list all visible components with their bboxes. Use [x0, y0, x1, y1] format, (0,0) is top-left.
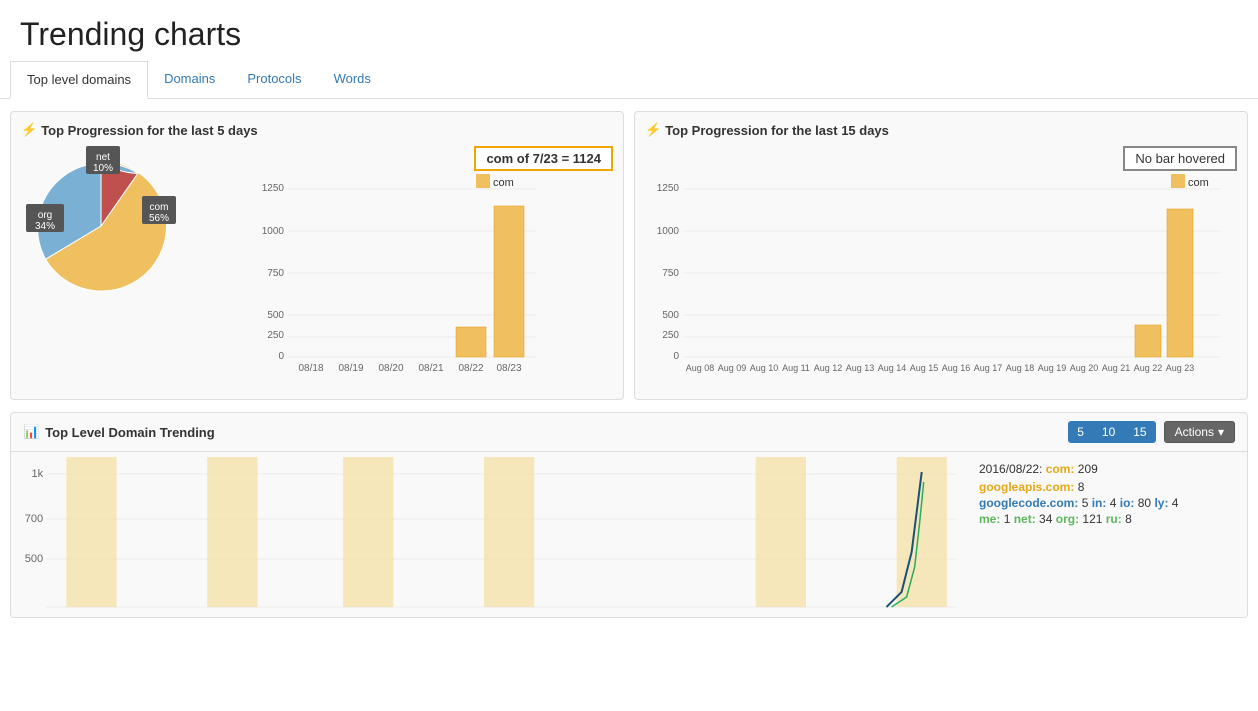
svg-text:08/18: 08/18	[298, 363, 323, 374]
charts-row: ⚡ Top Progression for the last 5 days	[0, 99, 1258, 412]
svg-text:56%: 56%	[148, 213, 168, 224]
bolt-icon-right: ⚡	[645, 122, 661, 138]
svg-text:1000: 1000	[657, 226, 680, 237]
svg-text:750: 750	[267, 268, 284, 279]
svg-text:250: 250	[267, 330, 284, 341]
svg-text:com: com	[1188, 177, 1209, 189]
left-bar-area: com of 7/23 = 1124 com 1250 1000 750 500…	[189, 146, 613, 389]
btn-5-days[interactable]: 5	[1068, 421, 1093, 443]
svg-text:Aug 08: Aug 08	[686, 363, 715, 373]
svg-text:Aug 14: Aug 14	[878, 363, 907, 373]
legend-com-value: 209	[1078, 462, 1098, 476]
btn-10-days[interactable]: 10	[1093, 421, 1124, 443]
svg-text:750: 750	[662, 268, 679, 279]
tab-top-level-domains[interactable]: Top level domains	[10, 61, 148, 99]
bar-chart-icon: 📊	[23, 424, 39, 440]
svg-text:Aug 20: Aug 20	[1070, 363, 1099, 373]
svg-text:net: net	[96, 152, 110, 163]
trending-legend: 2016/08/22: com: 209 googleapis.com: 8 g…	[967, 452, 1247, 617]
pie-chart-svg: org 34% com 56% net 10%	[24, 146, 179, 301]
left-chart-inner: org 34% com 56% net 10% com of 7/23 = 11…	[21, 146, 613, 389]
left-chart-title: ⚡ Top Progression for the last 5 days	[21, 122, 613, 138]
svg-text:Aug 17: Aug 17	[974, 363, 1003, 373]
svg-text:500: 500	[662, 310, 679, 321]
svg-text:250: 250	[662, 330, 679, 341]
btn-15-days[interactable]: 15	[1124, 421, 1155, 443]
actions-button[interactable]: Actions ▾	[1164, 421, 1235, 443]
svg-text:10%: 10%	[92, 163, 112, 174]
svg-text:Aug 22: Aug 22	[1134, 363, 1163, 373]
right-tooltip: No bar hovered	[1123, 146, 1237, 171]
legend-date: 2016/08/22: com: 209	[979, 462, 1235, 476]
right-chart-panel: ⚡ Top Progression for the last 15 days N…	[634, 111, 1248, 400]
legend-googleapis: googleapis.com: 8	[979, 480, 1235, 494]
tab-words[interactable]: Words	[318, 61, 387, 98]
trending-header: 📊 Top Level Domain Trending 5 10 15 Acti…	[11, 413, 1247, 452]
left-chart-panel: ⚡ Top Progression for the last 5 days	[10, 111, 624, 400]
svg-text:08/22: 08/22	[458, 363, 483, 374]
svg-text:34%: 34%	[34, 221, 54, 232]
svg-text:Aug 09: Aug 09	[718, 363, 747, 373]
svg-text:08/20: 08/20	[378, 363, 403, 374]
trending-main-svg: 1k 700 500	[11, 452, 967, 617]
svg-text:com: com	[493, 177, 514, 189]
page-header: Trending charts	[0, 0, 1258, 61]
svg-text:org: org	[37, 210, 51, 221]
svg-text:0: 0	[278, 351, 284, 362]
tabs-bar: Top level domains Domains Protocols Word…	[0, 61, 1258, 99]
svg-text:1k: 1k	[32, 468, 44, 480]
tab-protocols[interactable]: Protocols	[231, 61, 317, 98]
right-bar-area: No bar hovered com 1250 1000 750 500 250…	[645, 146, 1237, 389]
svg-text:Aug 19: Aug 19	[1038, 363, 1067, 373]
svg-text:Aug 12: Aug 12	[814, 363, 843, 373]
svg-text:Aug 13: Aug 13	[846, 363, 875, 373]
trending-chart-area: 1k 700 500	[11, 452, 967, 617]
dropdown-arrow-icon: ▾	[1218, 425, 1224, 439]
svg-text:Aug 16: Aug 16	[942, 363, 971, 373]
legend-me: me: 1 net: 34 org: 121 ru: 8	[979, 512, 1235, 526]
svg-text:08/19: 08/19	[338, 363, 363, 374]
tab-domains[interactable]: Domains	[148, 61, 231, 98]
svg-text:1250: 1250	[657, 183, 680, 194]
legend-googlecode: googlecode.com: 5 in: 4 io: 80 ly: 4	[979, 496, 1235, 510]
svg-text:0: 0	[673, 351, 679, 362]
left-bar-svg: com 1250 1000 750 500 250 0	[189, 146, 613, 386]
svg-text:Aug 21: Aug 21	[1102, 363, 1131, 373]
svg-text:Aug 15: Aug 15	[910, 363, 939, 373]
svg-text:Aug 10: Aug 10	[750, 363, 779, 373]
bolt-icon-left: ⚡	[21, 122, 37, 138]
svg-text:500: 500	[25, 553, 43, 565]
svg-text:500: 500	[267, 310, 284, 321]
pie-chart-area: org 34% com 56% net 10%	[21, 146, 181, 301]
svg-text:08/23: 08/23	[496, 363, 521, 374]
right-bar-svg: com 1250 1000 750 500 250 0	[645, 146, 1237, 386]
svg-text:1250: 1250	[262, 183, 285, 194]
svg-text:1000: 1000	[262, 226, 285, 237]
trending-section: 📊 Top Level Domain Trending 5 10 15 Acti…	[10, 412, 1248, 618]
left-tooltip: com of 7/23 = 1124	[474, 146, 613, 171]
svg-text:com: com	[149, 202, 168, 213]
timeframe-btn-group: 5 10 15	[1068, 421, 1155, 443]
svg-text:700: 700	[25, 513, 43, 525]
trending-section-title: 📊 Top Level Domain Trending	[23, 424, 1060, 440]
svg-text:Aug 23: Aug 23	[1166, 363, 1195, 373]
legend-com-key: com:	[1046, 462, 1075, 476]
svg-text:Aug 11: Aug 11	[782, 363, 810, 373]
trending-body: 1k 700 500	[11, 452, 1247, 617]
right-chart-title: ⚡ Top Progression for the last 15 days	[645, 122, 1237, 138]
svg-text:08/21: 08/21	[418, 363, 443, 374]
page-title: Trending charts	[20, 16, 1238, 53]
svg-text:Aug 18: Aug 18	[1006, 363, 1035, 373]
